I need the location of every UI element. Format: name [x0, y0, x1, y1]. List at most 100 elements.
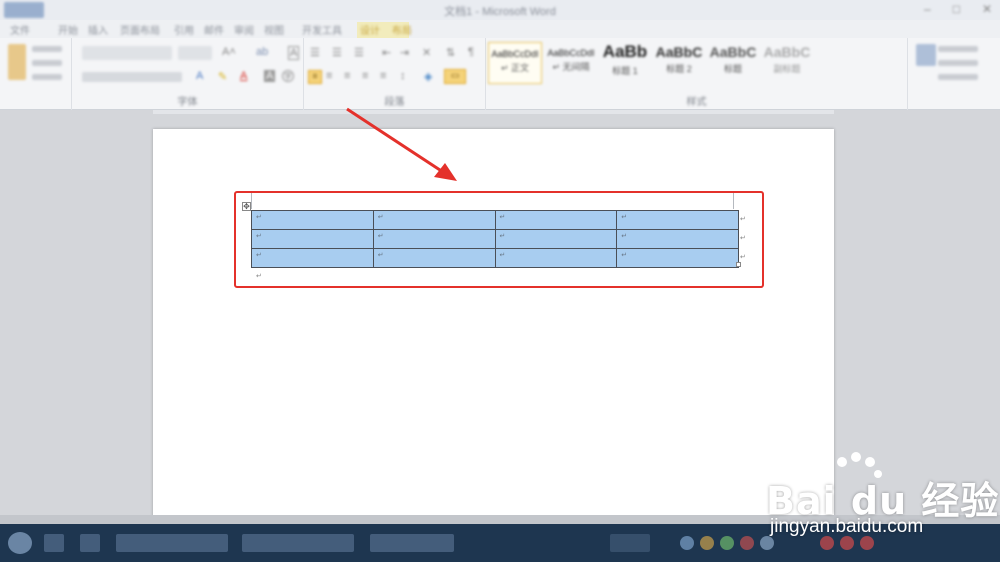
increase-indent-icon[interactable]: ⇥: [400, 46, 409, 59]
borders-icon[interactable]: ▭: [444, 69, 466, 84]
style-no-spacing-sample: AaBbCcDdI: [547, 48, 595, 58]
select-button[interactable]: [938, 74, 978, 80]
style-normal[interactable]: AaBbCcDdI ↵ 正文: [488, 42, 542, 84]
highlight-color-icon[interactable]: ✎: [218, 70, 227, 83]
clipboard-group: [0, 38, 72, 110]
enclose-char-icon[interactable]: 字: [282, 70, 294, 82]
style-heading-2-sample: AaBbC: [655, 44, 703, 60]
multilevel-list-icon[interactable]: ☰: [354, 46, 364, 59]
title-bar: 文档1 - Microsoft Word – □ ✕: [0, 0, 1000, 20]
tab-view[interactable]: 视图: [264, 22, 284, 37]
numbering-icon[interactable]: ☰: [332, 46, 342, 59]
tab-insert[interactable]: 插入: [88, 22, 108, 37]
taskbar-item[interactable]: [242, 534, 354, 552]
style-normal-sample: AaBbCcDdI: [491, 49, 539, 59]
styles-group: AaBbCcDdI ↵ 正文 AaBbCcDdI ↵ 无间隔 AaBb 标题 1…: [486, 38, 908, 110]
tab-design[interactable]: 设计: [360, 22, 380, 37]
taskbar-item[interactable]: [116, 534, 228, 552]
char-shading-icon[interactable]: A: [264, 70, 276, 82]
document-page[interactable]: [153, 129, 834, 529]
style-heading-1-sample: AaBb: [602, 42, 648, 61]
paragraph-group: ☰ ☰ ☰ ⇤ ⇥ ✕ ⇅ ¶ ≡ ≡ ≡ ≡ ≡ ↕ ◈ ▭ 段落: [304, 38, 486, 110]
style-title-sample: AaBbC: [709, 44, 757, 60]
tray-icon[interactable]: [720, 536, 734, 550]
style-heading-1-name: 标题 1: [612, 66, 638, 76]
tab-review[interactable]: 审阅: [234, 22, 254, 37]
shading-icon[interactable]: ◈: [424, 70, 432, 83]
tab-page-layout[interactable]: 页面布局: [120, 22, 160, 37]
maximize-button[interactable]: □: [953, 2, 960, 16]
tray-icon[interactable]: [680, 536, 694, 550]
style-subtitle[interactable]: AaBbC 副标题: [760, 42, 814, 84]
style-normal-name: ↵ 正文: [500, 63, 530, 73]
input-method-indicator[interactable]: [610, 534, 650, 552]
align-left-icon[interactable]: ≡: [308, 70, 322, 84]
taskbar-item[interactable]: [370, 534, 454, 552]
replace-button[interactable]: [938, 60, 978, 66]
style-subtitle-sample: AaBbC: [763, 44, 811, 60]
tray-icon[interactable]: [860, 536, 874, 550]
tray-icon[interactable]: [840, 536, 854, 550]
close-button[interactable]: ✕: [982, 2, 992, 16]
minimize-button[interactable]: –: [924, 2, 931, 16]
tab-file[interactable]: 文件: [10, 22, 30, 37]
paste-icon[interactable]: [8, 44, 26, 80]
ribbon: A˄ ab A A ✎ A A 字 字体 ☰ ☰ ☰ ⇤ ⇥ ✕ ⇅ ¶ ≡ ≡…: [0, 38, 1000, 110]
font-color-icon[interactable]: A: [240, 70, 247, 82]
editing-group: [908, 38, 1000, 110]
change-styles-icon[interactable]: [916, 44, 936, 66]
style-no-spacing-name: ↵ 无间隔: [552, 62, 590, 72]
tab-mailings[interactable]: 邮件: [204, 22, 224, 37]
style-heading-2[interactable]: AaBbC 标题 2: [652, 42, 706, 84]
tab-developer[interactable]: 开发工具: [302, 22, 342, 37]
tray-icon[interactable]: [700, 536, 714, 550]
grow-font-icon[interactable]: A˄: [222, 46, 236, 58]
copy-button[interactable]: [32, 60, 62, 66]
style-subtitle-name: 副标题: [773, 64, 801, 74]
bullets-icon[interactable]: ☰: [310, 46, 320, 59]
paw-logo-icon: [837, 452, 882, 478]
sort-icon[interactable]: ⇅: [446, 46, 455, 59]
tab-layout[interactable]: 布局: [392, 22, 412, 37]
style-title[interactable]: AaBbC 标题: [706, 42, 760, 84]
tab-references[interactable]: 引用: [174, 22, 194, 37]
paragraph-group-label: 段落: [384, 97, 405, 108]
phonetic-guide-icon[interactable]: ab: [256, 46, 268, 58]
tab-home[interactable]: 开始: [58, 22, 78, 37]
styles-group-label: 样式: [686, 97, 707, 108]
font-group: A˄ ab A A ✎ A A 字 字体: [72, 38, 304, 110]
find-button[interactable]: [938, 46, 978, 52]
ribbon-tabs: 文件 开始 插入 页面布局 引用 邮件 审阅 视图 开发工具 设计 布局: [0, 20, 1000, 38]
annotation-highlight-box: [234, 191, 764, 288]
cut-button[interactable]: [32, 46, 62, 52]
line-spacing-icon[interactable]: ↕: [400, 70, 406, 82]
style-heading-2-name: 标题 2: [666, 64, 692, 74]
taskbar-item[interactable]: [80, 534, 100, 552]
tray-icon[interactable]: [740, 536, 754, 550]
taskbar-item[interactable]: [44, 534, 64, 552]
watermark-url: jingyan.baidu.com: [770, 516, 924, 537]
font-size-select[interactable]: [178, 46, 212, 60]
window-controls: – □ ✕: [924, 2, 992, 16]
show-marks-icon[interactable]: ¶: [468, 46, 474, 58]
window-title: 文档1 - Microsoft Word: [444, 6, 556, 18]
ruler: [153, 110, 834, 114]
style-no-spacing[interactable]: AaBbCcDdI ↵ 无间隔: [544, 42, 598, 84]
align-right-icon[interactable]: ≡: [344, 70, 350, 82]
tray-icon[interactable]: [760, 536, 774, 550]
justify-icon[interactable]: ≡: [362, 70, 368, 82]
baidu-jingyan-watermark: Bai du 经验 jingyan.baidu.com: [766, 452, 999, 537]
chinese-layout-icon[interactable]: ✕: [422, 46, 431, 59]
text-effects-icon[interactable]: A: [196, 70, 203, 82]
align-center-icon[interactable]: ≡: [326, 70, 332, 82]
tray-icon[interactable]: [820, 536, 834, 550]
bold-italic-underline-buttons[interactable]: [82, 72, 182, 82]
char-border-icon[interactable]: A: [288, 46, 300, 60]
format-painter-button[interactable]: [32, 74, 62, 80]
font-name-select[interactable]: [82, 46, 172, 60]
start-button[interactable]: [8, 532, 32, 554]
style-title-name: 标题: [723, 64, 742, 74]
style-heading-1[interactable]: AaBb 标题 1: [598, 42, 652, 84]
decrease-indent-icon[interactable]: ⇤: [382, 46, 391, 59]
distributed-icon[interactable]: ≡: [380, 70, 386, 82]
